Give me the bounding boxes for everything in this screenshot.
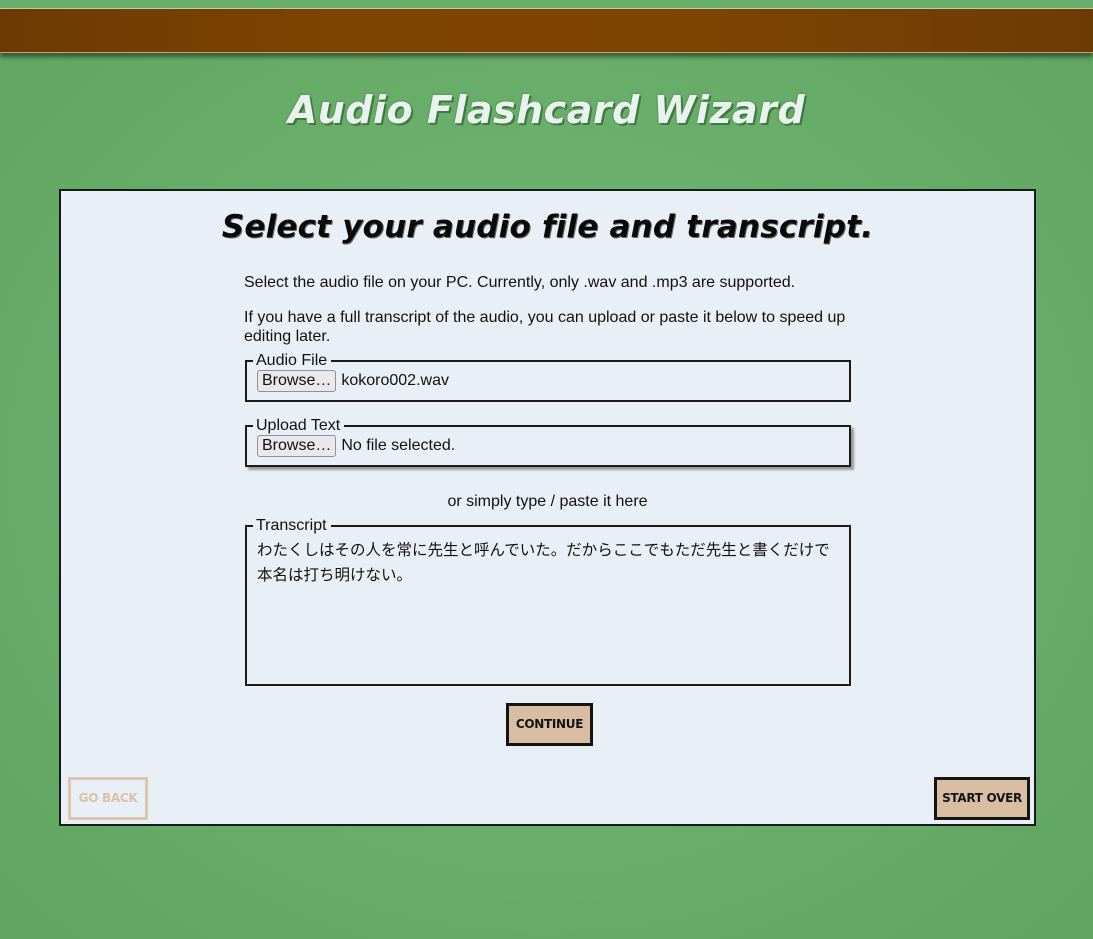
audio-file-fieldset: Audio File Browse… kokoro002.wav bbox=[245, 353, 851, 402]
transcript-fieldset: Transcript わたくしはその人を常に先生と呼んでいた。だからここでもただ… bbox=[245, 518, 851, 686]
transcript-textarea[interactable]: わたくしはその人を常に先生と呼んでいた。だからここでもただ先生と書くだけで本名は… bbox=[257, 538, 841, 678]
audio-file-input[interactable]: Browse… kokoro002.wav bbox=[247, 370, 849, 392]
transcript-legend: Transcript bbox=[256, 517, 327, 534]
upload-text-input[interactable]: Browse… No file selected. bbox=[247, 435, 849, 457]
app-title: Audio Flashcard Wizard bbox=[287, 88, 806, 132]
audio-browse-button[interactable]: Browse… bbox=[257, 370, 337, 392]
upload-file-name: No file selected. bbox=[341, 437, 456, 454]
start-over-button[interactable]: Start Over bbox=[934, 777, 1030, 820]
go-back-button[interactable]: Go Back bbox=[68, 777, 148, 820]
upload-text-fieldset: Upload Text Browse… No file selected. bbox=[245, 418, 851, 467]
header-bar bbox=[0, 9, 1093, 53]
step-heading: Select your audio file and transcript. bbox=[221, 209, 874, 245]
audio-file-name: kokoro002.wav bbox=[341, 372, 449, 389]
upload-text-legend: Upload Text bbox=[256, 417, 341, 434]
upload-browse-button[interactable]: Browse… bbox=[257, 435, 337, 457]
or-type-paste-text: or simply type / paste it here bbox=[447, 493, 648, 510]
intro-text-audio: Select the audio file on your PC. Curren… bbox=[244, 274, 796, 291]
continue-button[interactable]: Continue bbox=[506, 703, 593, 746]
audio-file-legend: Audio File bbox=[256, 352, 328, 369]
intro-text-transcript: If you have a full transcript of the aud… bbox=[244, 309, 846, 345]
top-strip bbox=[0, 0, 1093, 9]
wizard-panel: Select your audio file and transcript. S… bbox=[59, 189, 1036, 826]
